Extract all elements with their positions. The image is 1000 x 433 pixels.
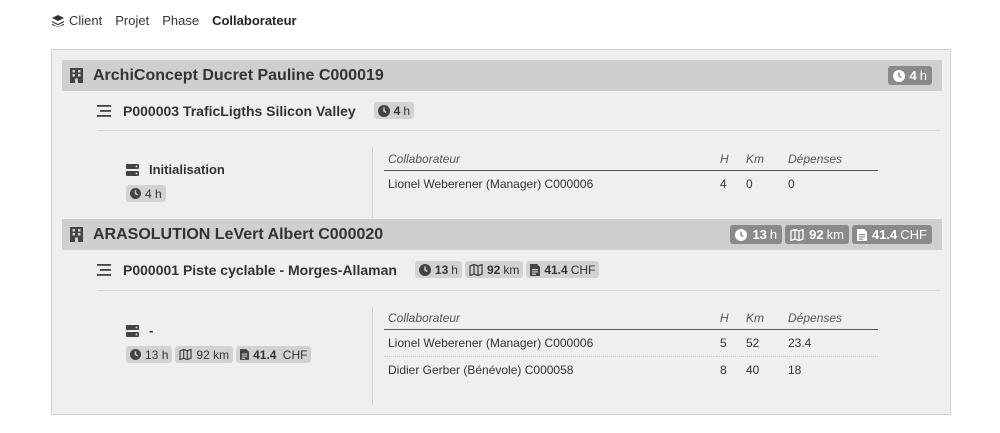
hours-badge: 13 h xyxy=(414,261,462,278)
breadcrumb-collaborateur[interactable]: Collaborateur xyxy=(212,13,297,28)
col-header-collaborateur: Collaborateur xyxy=(384,307,716,330)
hours-badge: 4h xyxy=(887,66,932,85)
expenses-badge: 41.4 CHF xyxy=(851,225,932,244)
col-header-km: Km xyxy=(742,307,784,330)
km-badge: 92 km xyxy=(464,261,524,278)
map-icon xyxy=(179,349,192,360)
clock-icon xyxy=(735,228,748,241)
table-row: Lionel Weberener (Manager) C000006 4 0 0 xyxy=(388,176,795,191)
building-icon xyxy=(70,68,83,83)
phase-name: - xyxy=(149,323,154,338)
map-icon xyxy=(469,263,483,276)
col-header-depenses: Dépenses xyxy=(784,148,878,171)
receipt-icon xyxy=(240,349,250,360)
hours-badge: 13 h xyxy=(126,346,173,363)
separator xyxy=(97,290,940,291)
map-icon xyxy=(790,228,804,241)
receipt-icon xyxy=(856,228,867,241)
project-title: P000003 TraficLigths Silicon Valley xyxy=(123,102,356,119)
collaborator-table: Collaborateur H Km Dépenses Lionel Weber… xyxy=(384,148,878,197)
column-divider xyxy=(372,147,373,218)
clock-icon xyxy=(130,188,141,199)
km-badge: 92 km xyxy=(175,346,234,363)
expenses-badge: 41.4 CHF xyxy=(526,261,600,278)
client-header[interactable]: ArchiConcept Ducret Pauline C000019 4h xyxy=(62,60,942,91)
hours-badge: 4h xyxy=(373,102,415,119)
column-divider xyxy=(372,307,373,405)
server-icon xyxy=(126,163,139,176)
col-header-depenses: Dépenses xyxy=(784,307,878,330)
clock-icon xyxy=(418,263,431,276)
col-header-km: Km xyxy=(742,148,784,171)
hours-badge: 4 h xyxy=(126,185,166,202)
layers-icon xyxy=(52,14,64,27)
km-badge: 92 km xyxy=(785,225,849,244)
report-panel: ArchiConcept Ducret Pauline C000019 4h P… xyxy=(51,49,951,415)
clock-icon xyxy=(892,69,905,82)
breadcrumb-projet[interactable]: Projet xyxy=(115,13,149,28)
receipt-icon xyxy=(530,263,541,276)
col-header-collaborateur: Collaborateur xyxy=(384,148,716,171)
client-header[interactable]: ARASOLUTION LeVert Albert C000020 13 h 92… xyxy=(62,219,942,250)
table-row: Didier Gerber (Bénévole) C000058 8 40 18 xyxy=(384,355,878,383)
list-icon xyxy=(97,263,111,276)
separator xyxy=(97,130,940,131)
client-title: ARASOLUTION LeVert Albert C000020 xyxy=(93,225,384,243)
list-icon xyxy=(97,104,111,117)
col-header-h: H xyxy=(716,307,742,330)
client-title: ArchiConcept Ducret Pauline C000019 xyxy=(93,66,384,84)
project-row[interactable]: P000003 TraficLigths Silicon Valley 4h xyxy=(97,102,415,119)
expenses-badge: 41.4 CHF xyxy=(236,346,312,363)
col-header-h: H xyxy=(716,148,742,171)
breadcrumb-phase[interactable]: Phase xyxy=(162,13,199,28)
phase-block: - 13 h 92 km 41.4 CHF xyxy=(126,323,312,363)
table-row: Lionel Weberener (Manager) C000006 5 52 … xyxy=(388,335,812,350)
phase-block: Initialisation 4 h xyxy=(126,162,225,202)
hours-badge: 13 h xyxy=(730,225,783,244)
breadcrumb-client[interactable]: Client xyxy=(69,13,102,28)
collaborator-table: Collaborateur H Km Dépenses Lionel Weber… xyxy=(384,307,878,383)
breadcrumb: Client Projet Phase Collaborateur xyxy=(52,13,310,28)
clock-icon xyxy=(377,104,390,117)
project-title: P000001 Piste cyclable - Morges-Allaman xyxy=(123,261,397,278)
clock-icon xyxy=(130,349,141,360)
project-row[interactable]: P000001 Piste cyclable - Morges-Allaman … xyxy=(97,261,600,278)
building-icon xyxy=(70,227,83,242)
server-icon xyxy=(126,324,139,337)
phase-name: Initialisation xyxy=(149,162,225,177)
